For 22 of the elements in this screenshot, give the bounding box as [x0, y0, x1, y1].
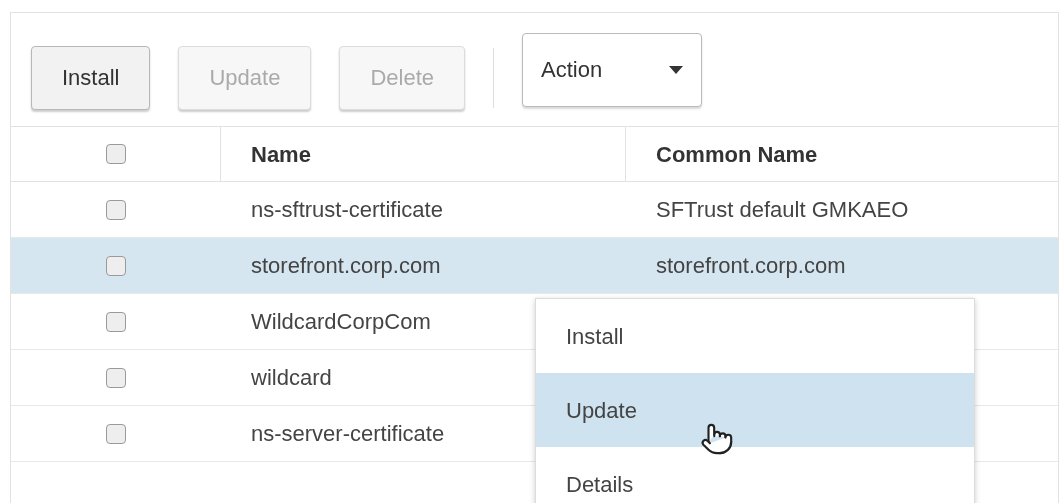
table-row[interactable]: storefront.corp.com storefront.corp.com — [11, 238, 1058, 294]
table-cell: ns-server-certificate — [251, 421, 445, 446]
toolbar-button[interactable]: Install — [31, 45, 151, 110]
checkbox[interactable] — [106, 311, 126, 332]
table-cell: ns-sftrust-certificate — [251, 197, 443, 222]
checkbox[interactable] — [105, 144, 126, 164]
column-header[interactable]: Name — [251, 137, 311, 171]
table-cell: WildcardCorpCom — [251, 309, 431, 334]
menu-item[interactable]: Details — [536, 447, 974, 503]
checkbox[interactable] — [106, 423, 126, 444]
checkbox[interactable] — [106, 199, 126, 220]
table-cell: storefront.corp.com — [251, 253, 441, 278]
action-dropdown[interactable]: Action — [522, 32, 703, 107]
checkbox[interactable] — [106, 255, 126, 276]
table-cell: wildcard — [251, 365, 332, 390]
menu-item[interactable]: Update — [536, 373, 974, 447]
caret-icon — [669, 65, 684, 74]
table-cell: storefront.corp.com — [656, 253, 846, 278]
checkbox[interactable] — [106, 367, 126, 388]
column-header[interactable]: Common Name — [656, 137, 818, 171]
table-cell: SFTrust default GMKAEO — [656, 197, 909, 222]
menu-item[interactable]: Install — [536, 299, 974, 373]
